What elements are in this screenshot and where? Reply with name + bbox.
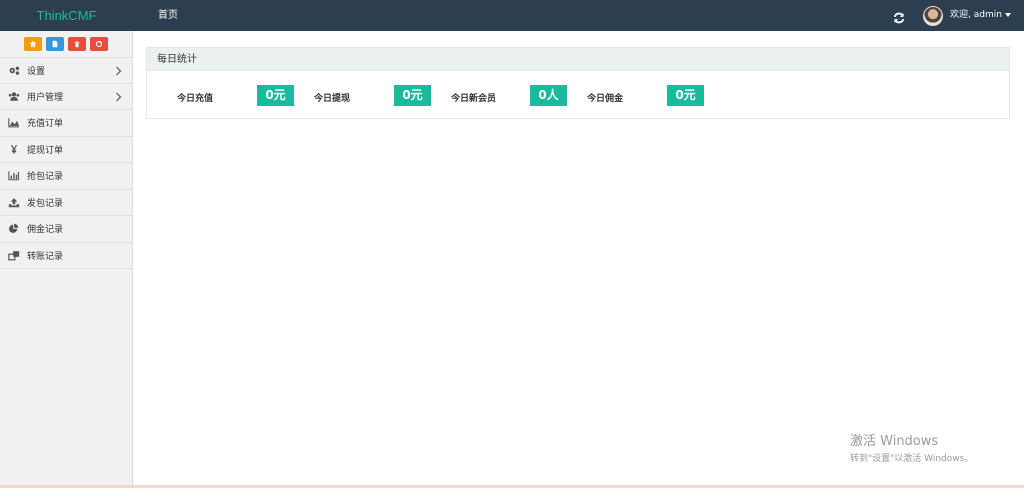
sidebar-item-grab-records[interactable]: 抢包记录: [0, 163, 133, 190]
sidebar-item-label: 设置: [27, 66, 46, 77]
sidebar-item-label: 佣金记录: [27, 225, 64, 236]
sidebar-item-withdraw-orders[interactable]: 提现订单: [0, 137, 133, 163]
chevron-right-icon: [116, 92, 122, 101]
panel-title: 每日统计: [147, 48, 1009, 71]
stat-label-withdraw: 今日提现: [314, 94, 351, 104]
caret-down-icon: [1004, 12, 1011, 17]
sidebar-item-label: 发包记录: [27, 198, 64, 209]
clear-cache-button[interactable]: [68, 37, 86, 51]
sidebar-item-label: 用户管理: [27, 92, 64, 103]
quick-buttons: [24, 37, 108, 51]
refresh-icon[interactable]: [893, 9, 905, 24]
recycle-button[interactable]: [90, 37, 108, 51]
bar-chart-icon: [7, 170, 21, 182]
stat-value-commission: 0元: [667, 85, 704, 106]
sidebar-item-send-records[interactable]: 发包记录: [0, 190, 133, 216]
stats-row: 今日充值 0元 今日提现 0元 今日新会员 0人 今日佣金 0元: [147, 71, 1009, 119]
welcome-text: 欢迎, admin: [950, 10, 1002, 20]
stat-value-withdraw: 0元: [394, 85, 431, 106]
area-chart-icon: [7, 117, 21, 129]
top-navbar: ThinkCMF 首页 欢迎, admin: [0, 0, 1024, 31]
avatar[interactable]: [923, 6, 943, 26]
transfer-icon: [7, 249, 21, 261]
chevron-right-icon: [116, 66, 122, 76]
watermark-subtitle: 转到"设置"以激活 Windows。: [850, 454, 974, 464]
stat-label-commission: 今日佣金: [587, 94, 624, 104]
gears-icon: [7, 64, 21, 76]
sidebar-item-label: 提现订单: [27, 145, 64, 156]
upload-icon: [7, 196, 21, 208]
recycle-icon: [95, 40, 103, 48]
sidebar: 设置 用户管理 充值订单 提现订单 抢包记录 发包记录 佣金记录 转账记录: [0, 31, 133, 488]
sidebar-item-settings[interactable]: 设置: [0, 57, 133, 84]
stat-value-new-members: 0人: [530, 85, 567, 106]
stat-label-new-members: 今日新会员: [451, 94, 497, 104]
pie-chart-icon: [7, 223, 21, 235]
windows-activation-watermark: 激活 Windows 转到"设置"以激活 Windows。: [850, 430, 973, 464]
home-icon: [29, 40, 37, 48]
trash-icon: [74, 41, 80, 48]
sidebar-item-recharge-orders[interactable]: 充值订单: [0, 110, 133, 137]
daily-stats-panel: 每日统计 今日充值 0元 今日提现 0元 今日新会员 0人 今日佣金 0元: [146, 47, 1010, 119]
yen-icon: [7, 143, 21, 155]
brand-logo[interactable]: ThinkCMF: [0, 0, 133, 31]
sidebar-item-label: 转账记录: [27, 251, 64, 262]
sidebar-menu: 设置 用户管理 充值订单 提现订单 抢包记录 发包记录 佣金记录 转账记录: [0, 57, 133, 269]
sidebar-item-label: 抢包记录: [27, 172, 64, 183]
sidebar-item-users[interactable]: 用户管理: [0, 84, 133, 110]
users-icon: [7, 90, 21, 102]
user-menu[interactable]: 欢迎, admin: [950, 0, 1011, 31]
file-button[interactable]: [46, 37, 64, 51]
stat-value-recharge: 0元: [257, 85, 294, 106]
nav-home-link[interactable]: 首页: [158, 0, 178, 31]
home-button[interactable]: [24, 37, 42, 51]
file-icon: [52, 40, 58, 48]
sidebar-item-transfer-records[interactable]: 转账记录: [0, 243, 133, 269]
stat-label-recharge: 今日充值: [177, 94, 214, 104]
sidebar-item-commission-records[interactable]: 佣金记录: [0, 216, 133, 243]
watermark-title: 激活 Windows: [850, 434, 939, 449]
sidebar-item-label: 充值订单: [27, 119, 64, 130]
